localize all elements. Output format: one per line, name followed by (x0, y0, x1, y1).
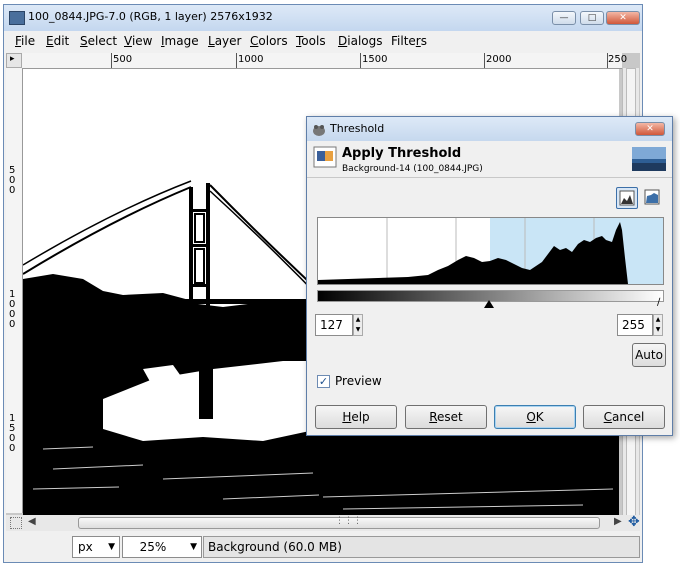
menu-filters[interactable]: Filters (391, 34, 427, 48)
horizontal-scroll-row: ◀ ⋮⋮⋮ ▶ ✥ (6, 514, 640, 531)
gimp-wilber-icon (313, 125, 325, 136)
menu-arrow-icon: ▸ (10, 54, 15, 64)
dialog-titlebar[interactable]: Threshold ✕ (307, 117, 672, 141)
zoom-value: 25% (139, 540, 167, 554)
close-button[interactable]: ✕ (606, 11, 640, 25)
ruler-corner-menu-button[interactable]: ▸ (6, 53, 22, 68)
low-threshold-handle[interactable] (484, 300, 494, 308)
vruler-label: 5 0 0 (9, 165, 16, 196)
hruler-ticks (111, 53, 608, 68)
vruler-label: 1 5 0 0 (9, 413, 16, 454)
ok-button[interactable]: OK (494, 405, 576, 429)
chevron-down-icon: ▼ (108, 542, 115, 552)
menu-tools[interactable]: Tools (296, 34, 326, 48)
gimp-app-icon (9, 11, 25, 25)
preview-checkbox[interactable]: ✓ (317, 375, 330, 388)
low-threshold-input[interactable]: 127 (315, 314, 353, 336)
window-titlebar[interactable]: 100_0844.JPG-7.0 (RGB, 1 layer) 2576x193… (4, 5, 642, 31)
high-threshold-input[interactable]: 255 (617, 314, 653, 336)
high-threshold-spinner[interactable]: ▲ ▼ (653, 314, 663, 336)
scroll-left-icon[interactable]: ◀ (28, 516, 36, 527)
status-info: Background (60.0 MB) (203, 536, 640, 558)
scroll-right-icon[interactable]: ▶ (614, 516, 622, 527)
separator (307, 177, 672, 178)
histogram-graph (318, 218, 663, 284)
auto-button[interactable]: Auto (632, 343, 666, 367)
horizontal-ruler[interactable]: 500 1000 1500 2000 250 (22, 53, 627, 69)
quick-mask-toggle[interactable] (10, 517, 22, 529)
help-button[interactable]: Help (315, 405, 397, 429)
navigate-icon[interactable]: ✥ (628, 514, 640, 530)
vruler-label: 1 0 0 0 (9, 289, 16, 330)
menu-image[interactable]: Image (161, 34, 199, 48)
high-threshold-handle[interactable]: ∕ (657, 297, 660, 308)
horizontal-scroll-thumb[interactable]: ⋮⋮⋮ (78, 516, 600, 529)
log-histogram-icon (644, 189, 660, 205)
threshold-tool-icon (313, 146, 337, 168)
threshold-dialog: Threshold ✕ Apply Threshold Background-1… (306, 116, 673, 436)
linear-histogram-button[interactable] (616, 187, 638, 209)
dialog-heading: Apply Threshold (342, 146, 462, 161)
unit-value: px (78, 540, 93, 554)
vertical-ruler[interactable]: 5 0 0 1 0 0 0 1 5 0 0 (6, 68, 23, 513)
menu-layer[interactable]: Layer (208, 34, 241, 48)
cancel-button[interactable]: Cancel (583, 405, 665, 429)
minimize-button[interactable]: — (552, 11, 576, 25)
menu-edit[interactable]: Edit (46, 34, 69, 48)
menu-view[interactable]: View (124, 34, 152, 48)
chevron-down-icon: ▼ (190, 542, 197, 552)
menu-select[interactable]: Select (80, 34, 117, 48)
unit-selector[interactable]: px ▼ (72, 536, 120, 558)
reset-button[interactable]: Reset (405, 405, 487, 429)
menubar: File Edit Select View Image Layer Colors… (4, 31, 642, 52)
grip-icon: ⋮⋮⋮ (335, 516, 362, 526)
histogram-view[interactable] (317, 217, 664, 285)
low-threshold-spinner[interactable]: ▲ ▼ (353, 314, 363, 336)
zoom-selector[interactable]: 25% ▼ (122, 536, 202, 558)
window-title: 100_0844.JPG-7.0 (RGB, 1 layer) 2576x193… (28, 10, 273, 23)
dialog-title: Threshold (330, 122, 385, 135)
menu-colors[interactable]: Colors (250, 34, 288, 48)
preview-label[interactable]: Preview (335, 374, 382, 388)
dialog-subheading: Background-14 (100_0844.JPG) (342, 164, 483, 174)
menu-dialogs[interactable]: Dialogs (338, 34, 382, 48)
maximize-button[interactable]: □ (580, 11, 604, 25)
linear-histogram-icon (619, 190, 635, 206)
dialog-close-button[interactable]: ✕ (635, 122, 665, 136)
menu-file[interactable]: File (15, 34, 35, 48)
statusbar: px ▼ 25% ▼ Background (60.0 MB) (4, 532, 642, 562)
log-histogram-button[interactable] (642, 187, 664, 209)
image-thumbnail (632, 147, 666, 171)
